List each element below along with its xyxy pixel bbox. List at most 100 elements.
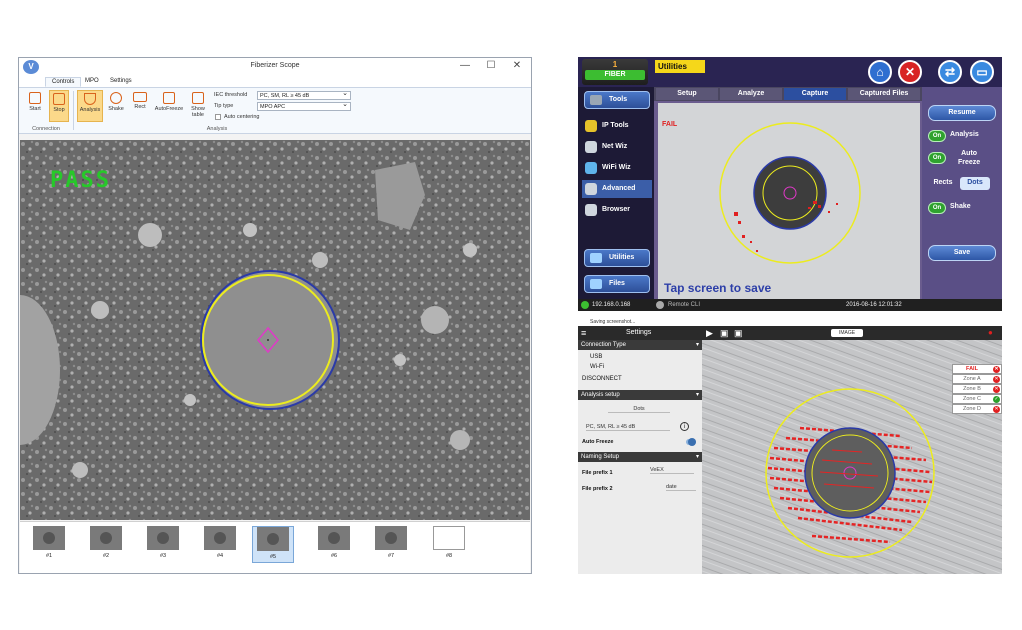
tab-captured-files[interactable]: Captured Files — [848, 88, 920, 100]
thumbnail-image — [147, 526, 179, 550]
tab-capture[interactable]: Capture — [784, 88, 846, 100]
scope-image-pass[interactable]: PASS — [20, 140, 530, 520]
analysis-option[interactable]: On Analysis — [928, 127, 998, 145]
tab-controls[interactable]: Controls — [45, 77, 82, 87]
wifi-option[interactable]: Wi-Fi — [590, 364, 604, 370]
thumbnail-7[interactable]: #7 — [374, 526, 408, 563]
swap-icon[interactable]: ⇄ — [938, 60, 962, 84]
disconnect-button[interactable]: DISCONNECT — [582, 376, 622, 382]
thumbnail-label: #7 — [387, 553, 395, 559]
zone-label: Zone C — [962, 396, 982, 402]
record-icon[interactable]: ● — [988, 328, 998, 338]
resume-button[interactable]: Resume — [928, 105, 996, 121]
zone-result-overall: FAIL ✕ — [952, 364, 1002, 374]
ip-address: 192.168.0.168 — [592, 302, 631, 308]
tab-settings[interactable]: Settings — [104, 77, 138, 85]
auto-freeze-toggle[interactable] — [686, 438, 696, 446]
sidebar-item-ip-tools[interactable]: IP Tools — [582, 117, 652, 135]
capture-view[interactable]: FAIL Tap screen to save — [658, 103, 920, 299]
thumbnail-6[interactable]: #6 — [317, 526, 351, 563]
auto-freeze-toggle[interactable]: On — [928, 152, 946, 164]
tab-analyze[interactable]: Analyze — [720, 88, 782, 100]
tools-button[interactable]: Tools — [584, 91, 650, 109]
settings-title: Settings — [626, 329, 652, 336]
sidebar-item-net-wiz[interactable]: Net Wiz — [582, 138, 652, 156]
folder-icon[interactable]: ▭ — [970, 60, 994, 84]
thumbnail-1[interactable]: #1 — [32, 526, 66, 563]
save-icon[interactable]: ▣ — [720, 328, 730, 338]
pass-label: PASS — [50, 168, 111, 193]
show-table-button[interactable]: Show table — [187, 90, 209, 128]
hand-icon — [110, 92, 122, 104]
fiberizer-scope-window: V Fiberizer Scope — ☐ ✕ Controls MPO Set… — [18, 57, 532, 574]
shake-button[interactable]: Shake — [105, 90, 127, 122]
home-icon[interactable]: ⌂ — [868, 60, 892, 84]
connection-type-header[interactable]: Connection Type — [578, 340, 702, 350]
sidebar-item-label: Browser — [602, 206, 631, 213]
utilities-button[interactable]: Utilities — [584, 249, 650, 267]
zone-result-d: Zone D ✕ — [952, 404, 1002, 414]
sidebar-item-browser[interactable]: Browser — [582, 201, 652, 219]
rectangle-icon — [133, 92, 147, 102]
tab-setup[interactable]: Setup — [656, 88, 718, 100]
iec-threshold-select[interactable]: PC, SM, RL ≥ 45 dB — [257, 90, 351, 100]
files-icon — [590, 279, 602, 289]
analysis-type-select[interactable]: Dots — [608, 406, 670, 413]
fiber-selector[interactable]: 1 FIBER — [582, 59, 648, 85]
thumbnail-3[interactable]: #3 — [146, 526, 180, 563]
tab-mpo[interactable]: MPO — [79, 77, 105, 85]
thumbnail-label: #3 — [159, 553, 167, 559]
file-prefix-2-label: File prefix 2 — [582, 486, 613, 492]
analysis-setup-header[interactable]: Analysis setup — [578, 390, 702, 400]
dots-option[interactable]: Dots — [960, 177, 990, 190]
start-button[interactable]: Start — [23, 90, 47, 122]
sidebar-item-wifi-wiz[interactable]: WiFi Wiz — [582, 159, 652, 177]
utilities-tabs: Setup Analyze Capture Captured Files — [654, 87, 922, 101]
rects-dots-selector: Rects Dots — [928, 175, 998, 193]
group-analysis: Analysis — [206, 126, 228, 132]
maximize-button[interactable]: ☐ — [481, 59, 501, 73]
files-button[interactable]: Files — [584, 275, 650, 293]
analysis-button[interactable]: Analysis — [77, 90, 103, 122]
close-button[interactable]: ✕ — [507, 59, 527, 73]
thumbnail-2[interactable]: #2 — [89, 526, 123, 563]
utilities-icon — [590, 253, 602, 263]
file-prefix-2-input[interactable]: date — [666, 484, 696, 491]
tip-type-select[interactable]: MPO APC — [257, 101, 351, 111]
close-icon[interactable]: ✕ — [898, 60, 922, 84]
shake-toggle[interactable]: On — [928, 202, 946, 214]
autofreeze-button[interactable]: AutoFreeze — [153, 90, 185, 122]
auto-freeze-option[interactable]: On Auto Freeze — [928, 149, 998, 171]
thumbnail-5[interactable]: #5 — [252, 526, 294, 563]
zone-label: Zone A — [963, 376, 981, 382]
thumbnail-image — [318, 526, 350, 550]
stop-icon — [53, 93, 65, 105]
saving-notice: Saving screenshot... — [578, 318, 1002, 326]
threshold-select[interactable]: PC, SM, RL ≥ 45 dB — [586, 424, 670, 431]
save-button[interactable]: Save — [928, 245, 996, 261]
sidebar-item-advanced[interactable]: Advanced — [582, 180, 652, 198]
rect-button[interactable]: Rect — [129, 90, 151, 122]
play-icon[interactable]: ▶ — [706, 328, 716, 338]
sidebar-item-label: IP Tools — [602, 122, 629, 129]
minimize-button[interactable]: — — [455, 59, 475, 73]
thumbnail-4[interactable]: #4 — [203, 526, 237, 563]
info-icon[interactable]: i — [680, 422, 689, 431]
usb-option[interactable]: USB — [590, 354, 602, 360]
fiber-endface-image — [719, 122, 861, 264]
ribbon: Start Stop Connection Analysis Shake Rec… — [19, 88, 531, 134]
file-prefix-1-input[interactable]: VeEX — [650, 467, 694, 474]
analysis-toggle[interactable]: On — [928, 130, 946, 142]
scope-image-fail[interactable]: FAIL ✕ Zone A ✕ Zone B ✕ Zone C ✓ Zone D ✕ — [702, 340, 1002, 574]
rects-option[interactable]: Rects — [928, 177, 958, 190]
ribbon-tabs: Controls MPO Settings — [19, 76, 531, 88]
thumbnail-image — [257, 527, 289, 551]
naming-setup-header[interactable]: Naming Setup — [578, 452, 702, 462]
thumbnail-8[interactable]: #8 — [432, 526, 466, 563]
stop-button[interactable]: Stop — [49, 90, 69, 122]
save-all-icon[interactable]: ▣ — [734, 328, 744, 338]
shake-option[interactable]: On Shake — [928, 199, 998, 217]
auto-centering-checkbox[interactable] — [215, 114, 221, 120]
image-button[interactable]: IMAGE — [831, 329, 863, 337]
menu-icon[interactable]: ≡ — [581, 328, 586, 338]
